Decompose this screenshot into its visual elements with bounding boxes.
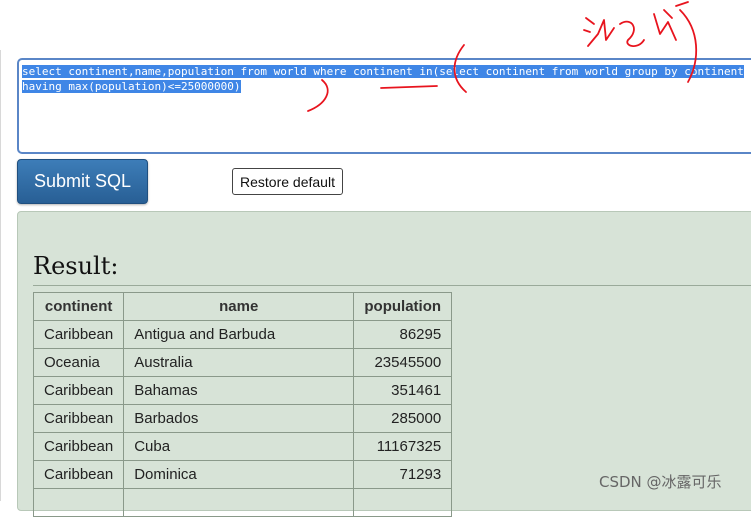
cell-population: 11167325 (353, 432, 453, 461)
cell-name: Cuba (123, 432, 355, 461)
page-left-border (0, 50, 1, 501)
table-row: Oceania Australia 23545500 (32, 348, 453, 377)
table-row-partial (32, 488, 453, 517)
cell-name: Barbados (123, 404, 355, 433)
result-panel: Result: continent name population Caribb… (17, 211, 751, 517)
column-header-name: name (123, 292, 355, 321)
cell-name: Bahamas (123, 376, 355, 405)
cell-continent: Caribbean (32, 376, 125, 405)
table-row: Caribbean Bahamas 351461 (32, 376, 453, 405)
cell-continent: Caribbean (32, 432, 125, 461)
sql-editor[interactable]: select continent,name,population from wo… (17, 58, 751, 154)
cell-population: 351461 (353, 376, 453, 405)
cell-population: 71293 (353, 460, 453, 489)
annotation-scribble-1 (583, 17, 615, 47)
table-row: Caribbean Barbados 285000 (32, 404, 453, 433)
annotation-scribble-2 (619, 20, 645, 47)
table-row: Caribbean Antigua and Barbuda 86295 (32, 320, 453, 349)
cell-name: Australia (123, 348, 355, 377)
cell-continent: Caribbean (32, 404, 125, 433)
result-title: Result: (33, 252, 119, 280)
table-row: Caribbean Dominica 71293 (32, 460, 453, 489)
cell-continent: Caribbean (32, 460, 125, 489)
result-table: continent name population Caribbean Anti… (32, 292, 453, 517)
submit-sql-button[interactable]: Submit SQL (17, 159, 148, 204)
annotation-scribble-3 (653, 1, 689, 41)
column-header-population: population (353, 292, 453, 321)
column-header-continent: continent (32, 292, 125, 321)
table-row: Caribbean Cuba 11167325 (32, 432, 453, 461)
sql-query-text[interactable]: select continent,name,population from wo… (22, 65, 744, 93)
restore-default-button[interactable]: Restore default (232, 168, 343, 195)
cell-population: 285000 (353, 404, 453, 433)
table-header-row: continent name population (32, 292, 453, 321)
cell-population: 86295 (353, 320, 453, 349)
cell-name: Dominica (123, 460, 355, 489)
cell-continent: Oceania (32, 348, 125, 377)
csdn-watermark: CSDN @冰露可乐 (599, 473, 722, 491)
cell-continent: Caribbean (32, 320, 125, 349)
result-divider (33, 285, 751, 286)
cell-population: 23545500 (353, 348, 453, 377)
cell-name: Antigua and Barbuda (123, 320, 355, 349)
